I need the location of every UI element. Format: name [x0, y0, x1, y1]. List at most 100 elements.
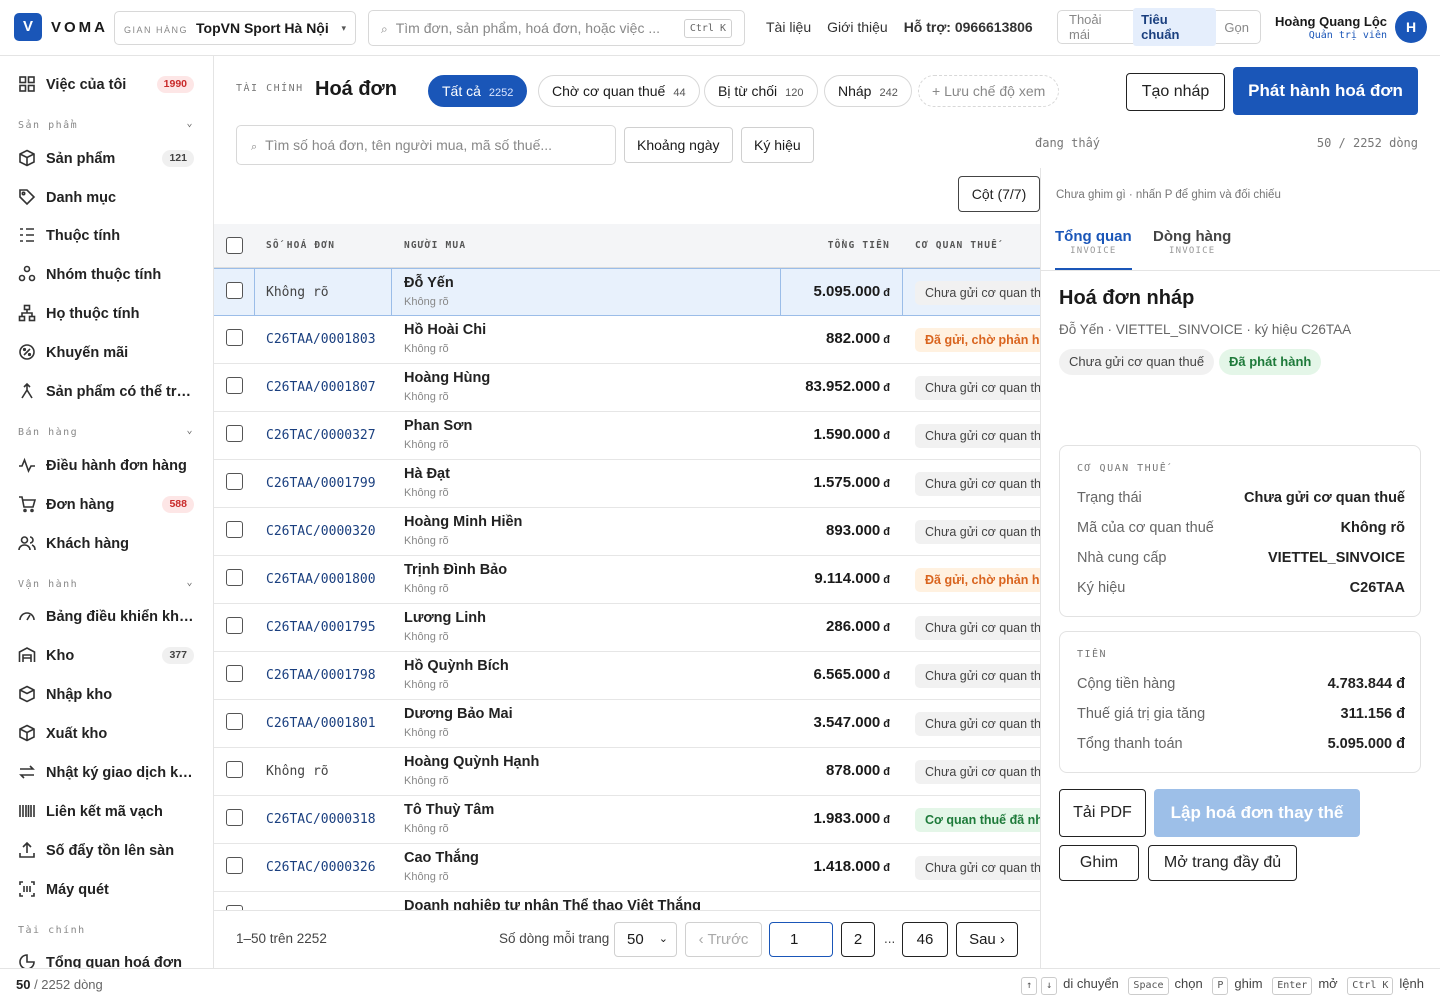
density-standard[interactable]: Tiêu chuẩn: [1133, 8, 1217, 46]
sidebar-item-stock-out[interactable]: Xuất kho: [18, 722, 202, 746]
row-checkbox[interactable]: [226, 857, 243, 874]
columns-button[interactable]: Cột (7/7): [958, 176, 1040, 212]
sidebar-item-promotions[interactable]: Khuyến mãi: [18, 341, 202, 365]
save-view-button[interactable]: + Lưu chế độ xem: [918, 75, 1060, 107]
column-header-number[interactable]: SỐ HOÁ ĐƠN: [266, 240, 335, 251]
invoice-number[interactable]: C26TAA/0001798: [266, 668, 376, 683]
row-checkbox[interactable]: [226, 713, 243, 730]
invoice-number[interactable]: C26TAA/0001799: [266, 476, 376, 491]
invoice-number[interactable]: C26TAA/0001795: [266, 620, 376, 635]
global-search-input[interactable]: ⌕ Tìm đơn, sản phẩm, hoá đơn, hoặc việc .…: [368, 10, 745, 46]
sidebar-item-attribute-families[interactable]: Họ thuộc tính: [18, 302, 202, 326]
table-row[interactable]: C26TAA/0001795 Lương Linh Không rõ 286.000 đ…: [214, 604, 1040, 652]
invoice-number[interactable]: Không rõ: [266, 764, 329, 779]
sidebar-item-stock-log[interactable]: Nhật ký giao dịch kho: [18, 761, 202, 785]
row-checkbox[interactable]: [226, 617, 243, 634]
row-checkbox[interactable]: [226, 473, 243, 490]
table-row[interactable]: C26TAA/0001807 Hoàng Hùng Không rõ 83.952.0…: [214, 364, 1040, 412]
store-selector[interactable]: GIAN HÀNG TopVN Sport Hà Nội ▾: [114, 11, 356, 45]
table-row[interactable]: Không rõ Đỗ Yến Không rõ 5.095.000 đ Chưa gửi…: [214, 268, 1040, 316]
invoice-number[interactable]: C26TAA/0001803: [266, 332, 376, 347]
density-comfortable[interactable]: Thoải mái: [1061, 8, 1133, 46]
sidebar-item-stock-in[interactable]: Nhập kho: [18, 683, 202, 707]
filter-tab-pending-tax[interactable]: Chờ cơ quan thuế 44: [538, 75, 700, 107]
per-page-select[interactable]: 50 ⌄: [614, 922, 677, 957]
density-compact[interactable]: Gọn: [1216, 16, 1257, 39]
user-info[interactable]: Hoàng Quang Lộc Quản trị viên: [1270, 14, 1387, 41]
sidebar-section-sales[interactable]: Bán hàng ⌄: [18, 425, 194, 438]
sidebar-item-attribute-groups[interactable]: Nhóm thuộc tính: [18, 263, 202, 287]
sidebar-section-products[interactable]: Sản phẩm ⌄: [18, 118, 194, 131]
last-page-button[interactable]: 46: [902, 922, 948, 957]
table-row[interactable]: Không rõ Hoàng Quỳnh Hạnh Không rõ 878.000 đ…: [214, 748, 1040, 796]
next-page-button[interactable]: Sau ›: [956, 922, 1018, 957]
column-header-total[interactable]: TỔNG TIỀN: [828, 240, 890, 251]
sidebar-item-my-tasks[interactable]: Việc của tôi 1990: [18, 73, 202, 97]
row-checkbox[interactable]: [226, 521, 243, 538]
pin-button[interactable]: Ghim: [1059, 845, 1139, 881]
table-row[interactable]: C26TAC/0000326 Cao Thắng Không rõ 1.418.000…: [214, 844, 1040, 892]
sidebar-item-scanner[interactable]: Máy quét: [18, 878, 202, 902]
sidebar-item-order-ops[interactable]: Điều hành đơn hàng: [18, 454, 202, 478]
sidebar-item-products[interactable]: Sản phẩm 121: [18, 147, 202, 171]
table-row[interactable]: C26TAA/0001803 Hồ Hoài Chi Không rõ 882.000…: [214, 316, 1040, 364]
sidebar-item-attributes[interactable]: Thuộc tính: [18, 224, 202, 248]
table-row[interactable]: C26TAC/0000318 Tô Thuỳ Tâm Không rõ 1.983.0…: [214, 796, 1040, 844]
create-draft-button[interactable]: Tạo nháp: [1126, 73, 1225, 111]
invoice-number[interactable]: C26TAA/0001807: [266, 380, 376, 395]
invoice-number[interactable]: C26TAC/0000320: [266, 524, 376, 539]
invoice-number[interactable]: C26TAC/0000326: [266, 860, 376, 875]
row-checkbox[interactable]: [226, 425, 243, 442]
invoice-number[interactable]: C26TAC/0000318: [266, 812, 376, 827]
avatar[interactable]: H: [1395, 11, 1427, 43]
sidebar-item-warehouse[interactable]: Kho 377: [18, 644, 202, 668]
column-header-tax-authority[interactable]: CƠ QUAN THUẾ: [915, 240, 998, 251]
sidebar-item-orders[interactable]: Đơn hàng 588: [18, 493, 202, 517]
page-2-button[interactable]: 2: [841, 922, 875, 957]
invoice-number[interactable]: C26TAC/0000327: [266, 428, 376, 443]
about-link[interactable]: Giới thiệu: [827, 19, 888, 35]
row-checkbox[interactable]: [226, 665, 243, 682]
row-checkbox[interactable]: [226, 761, 243, 778]
tab-overview[interactable]: Tổng quan INVOICE: [1055, 228, 1132, 270]
prev-page-button[interactable]: ‹ Trước: [685, 922, 762, 957]
table-row[interactable]: C26TAA/0001800 Trịnh Đình Bảo Không rõ 9.11…: [214, 556, 1040, 604]
invoice-number[interactable]: C26TAA/0001801: [266, 716, 376, 731]
download-pdf-button[interactable]: Tải PDF: [1059, 789, 1146, 837]
row-checkbox[interactable]: [226, 809, 243, 826]
support-link[interactable]: Hỗ trợ: 0966613806: [904, 19, 1033, 35]
table-row[interactable]: C26TAC/0000320 Hoàng Minh Hiền Không rõ 893…: [214, 508, 1040, 556]
create-replacement-button[interactable]: Lập hoá đơn thay thế: [1154, 789, 1360, 837]
app-logo[interactable]: V: [14, 13, 42, 41]
invoice-search-input[interactable]: ⌕ Tìm số hoá đơn, tên người mua, mã số th…: [236, 125, 616, 165]
invoice-number[interactable]: C26TAA/0001800: [266, 572, 376, 587]
column-header-buyer[interactable]: NGƯỜI MUA: [404, 240, 466, 251]
select-all-checkbox[interactable]: [226, 237, 243, 254]
row-checkbox[interactable]: [226, 377, 243, 394]
sidebar-section-operations[interactable]: Vận hành ⌄: [18, 577, 194, 590]
table-row[interactable]: C26TAA/0001798 Hồ Quỳnh Bích Không rõ 6.565…: [214, 652, 1040, 700]
tab-line-items[interactable]: Dòng hàng INVOICE: [1153, 228, 1231, 256]
filter-tab-all[interactable]: Tất cả 2252: [428, 75, 528, 107]
sidebar-item-barcodes[interactable]: Liên kết mã vạch: [18, 800, 202, 824]
issue-invoice-button[interactable]: Phát hành hoá đơn: [1233, 67, 1418, 115]
sidebar-item-customers[interactable]: Khách hàng: [18, 532, 202, 556]
date-range-filter[interactable]: Khoảng ngày: [624, 127, 733, 163]
sidebar-item-invoice-overview[interactable]: Tổng quan hoá đơn: [18, 951, 202, 968]
sidebar-item-categories[interactable]: Danh mục: [18, 186, 202, 210]
page-input[interactable]: 1: [769, 922, 833, 957]
symbol-filter[interactable]: Ký hiệu: [741, 127, 814, 163]
sidebar-item-push-stock[interactable]: Số đẩy tồn lên sàn: [18, 839, 202, 863]
row-checkbox[interactable]: [226, 569, 243, 586]
sidebar-section-finance[interactable]: Tài chính: [18, 925, 194, 936]
table-row[interactable]: C26TAA/0001799 Hà Đạt Không rõ 1.575.000 đ Ch…: [214, 460, 1040, 508]
row-checkbox[interactable]: [226, 282, 243, 299]
table-row[interactable]: Doanh nghiệp tư nhân Thể thao Việt Thắng: [214, 892, 1040, 910]
sidebar-item-duplicates[interactable]: Sản phẩm có thể trùng lặp: [18, 380, 202, 404]
row-checkbox[interactable]: [226, 329, 243, 346]
open-full-page-button[interactable]: Mở trang đầy đủ: [1148, 845, 1297, 881]
docs-link[interactable]: Tài liệu: [766, 19, 811, 35]
sidebar-item-warehouse-dashboard[interactable]: Bảng điều khiển kho hàng: [18, 605, 202, 629]
table-row[interactable]: C26TAA/0001801 Dương Bảo Mai Không rõ 3.547…: [214, 700, 1040, 748]
filter-tab-rejected[interactable]: Bị từ chối 120: [704, 75, 818, 107]
